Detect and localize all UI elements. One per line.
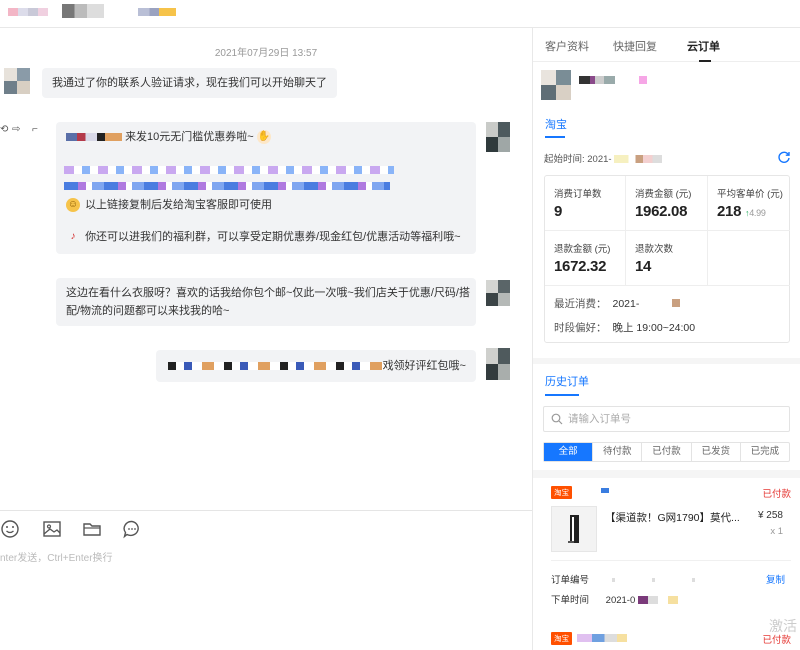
tab-customer-info[interactable]: 客户资料 <box>545 38 589 54</box>
message-text: 以上链接复制后发给淘宝客服即可使用 <box>85 199 273 211</box>
redacted-name <box>62 4 104 18</box>
order-time: 下单时间 2021-0 <box>551 592 688 606</box>
panel-tabs: 客户资料 快捷回复 云订单 <box>533 28 800 62</box>
agent-avatar <box>486 122 510 152</box>
message-bubble: 来发10元无门槛优惠券啦~ ✋ ☺ 以上链接复制后发给淘宝客服即可使用 ♪ 你还… <box>56 122 476 254</box>
message-text: 我通过了你的联系人验证请求，现在我们可以开始聊天了 <box>52 77 327 89</box>
product-name[interactable]: 【渠道款！G网1790】莫代... <box>605 510 740 525</box>
taobao-tag: 淘宝 <box>551 486 572 499</box>
tab-taobao[interactable]: 淘宝 <box>545 116 567 132</box>
message-text: 配/物流的问题都可以来找我的哈~ <box>66 305 230 317</box>
input-hint: nter发送，Ctrl+Enter换行 <box>0 553 113 564</box>
top-bar <box>0 0 800 28</box>
message-text: 戏领好评红包哦~ <box>382 360 466 372</box>
platform-tab-indicator <box>545 136 565 138</box>
redacted-shop <box>601 488 609 493</box>
pepper-emoji-icon: ♪ <box>70 231 76 243</box>
order-search-input[interactable] <box>568 411 778 427</box>
order-status: 已付款 <box>762 489 791 500</box>
stats-card: 消费订单数 9 消费金额 (元) 1962.08 平均客单价 (元) 218 ↑… <box>544 175 790 343</box>
history-orders-title[interactable]: 历史订单 <box>545 373 589 389</box>
message-text: 你还可以进我们的福利群，可以享受定期优惠券/现金红包/优惠活动等福利哦~ <box>85 231 461 243</box>
order-search-box[interactable] <box>543 406 790 432</box>
search-icon <box>551 413 563 425</box>
image-icon[interactable] <box>42 519 62 539</box>
quick-reply-icon[interactable] <box>122 519 142 539</box>
active-tab-indicator <box>699 60 711 62</box>
agent-avatar <box>486 280 510 306</box>
order-card[interactable]: 淘宝 已付款 【渠道款！G网1790】莫代... ¥ 258 x 1 订单编号 … <box>543 480 791 608</box>
clap-emoji-icon: ✋ <box>256 130 271 145</box>
stat-refund-count: 退款次数 14 <box>626 231 708 286</box>
redacted-title <box>8 8 48 16</box>
filter-pending-payment[interactable]: 待付款 <box>593 443 643 461</box>
customer-avatar <box>541 70 571 100</box>
redacted-text <box>168 362 388 370</box>
product-image <box>551 506 597 552</box>
start-time: 起始时间: 2021- <box>544 151 663 165</box>
product-price: ¥ 258 <box>757 510 783 521</box>
customer-avatar <box>4 68 30 94</box>
message-timestamp: 2021年07月29日 13:57 <box>214 48 318 59</box>
order-divider <box>551 560 791 561</box>
filter-paid[interactable]: 已付款 <box>642 443 692 461</box>
forward-icon[interactable]: ⇨ <box>12 124 20 135</box>
stat-refund-amount: 退款金额 (元) 1672.32 <box>545 231 626 286</box>
message-text: 来发10元无门槛优惠券啦~ <box>125 131 254 143</box>
more-icon[interactable]: ⌐ <box>32 124 38 135</box>
section-divider <box>533 358 800 364</box>
redacted-shop <box>577 634 627 642</box>
smile-emoji-icon: ☺ <box>66 198 80 213</box>
redacted-tag <box>639 76 647 84</box>
history-tab-indicator <box>545 394 579 396</box>
message-bubble: 这边在看什么衣服呀？喜欢的话我给你包个邮~仅此一次哦~我们店关于优惠/尺码/搭 … <box>56 278 476 326</box>
stat-amount: 消费金额 (元) 1962.08 <box>626 176 708 231</box>
taobao-tag: 淘宝 <box>551 632 572 645</box>
customer-panel: 客户资料 快捷回复 云订单 淘宝 起始时间: 2021- 消费订单数 9 消费金… <box>532 28 800 650</box>
message-input-area[interactable]: nter发送，Ctrl+Enter换行 <box>0 510 532 650</box>
redacted-badge <box>138 8 176 16</box>
chat-area: 2021年07月29日 13:57 我通过了你的联系人验证请求，现在我们可以开始… <box>0 28 532 510</box>
tab-cloud-orders[interactable]: 云订单 <box>687 38 720 54</box>
stat-empty <box>708 231 790 286</box>
activation-watermark: 激活 <box>769 618 797 634</box>
tab-quick-reply[interactable]: 快捷回复 <box>613 38 657 54</box>
filter-shipped[interactable]: 已发货 <box>692 443 741 461</box>
time-preference: 时段偏好： 晚上 19:00~24:00 <box>554 322 696 334</box>
recent-purchase: 最近消费： 2021- <box>554 296 681 311</box>
message-bubble: 我通过了你的联系人验证请求，现在我们可以开始聊天了 <box>42 68 337 98</box>
redacted-link <box>64 166 394 174</box>
section-divider <box>533 470 800 478</box>
order-number: 订单编号 <box>551 572 712 586</box>
message-actions: ⟲ ⇨ ⌐ <box>0 124 50 140</box>
redacted-text <box>66 133 122 142</box>
filter-all[interactable]: 全部 <box>544 443 594 461</box>
filter-completed[interactable]: 已完成 <box>741 443 789 461</box>
product-quantity: x 1 <box>770 526 783 537</box>
order-card[interactable]: 淘宝 已付款 <box>543 626 791 650</box>
folder-icon[interactable] <box>82 519 102 539</box>
agent-avatar <box>486 348 510 380</box>
refresh-icon[interactable] <box>777 150 791 164</box>
redacted-link <box>64 182 390 190</box>
order-status-filters: 全部 待付款 已付款 已发货 已完成 <box>543 442 790 462</box>
quote-icon[interactable]: ⟲ <box>0 124 8 135</box>
message-bubble: 戏领好评红包哦~ <box>156 350 476 382</box>
stat-order-count: 消费订单数 9 <box>545 176 626 231</box>
stat-average: 平均客单价 (元) 218 ↑4.99 <box>708 176 790 231</box>
copy-order-number-link[interactable]: 复制 <box>766 572 785 586</box>
emoji-icon[interactable] <box>0 519 20 539</box>
message-text: 这边在看什么衣服呀？喜欢的话我给你包个邮~仅此一次哦~我们店关于优惠/尺码/搭 <box>66 287 470 299</box>
redacted-customer-name <box>579 76 615 84</box>
